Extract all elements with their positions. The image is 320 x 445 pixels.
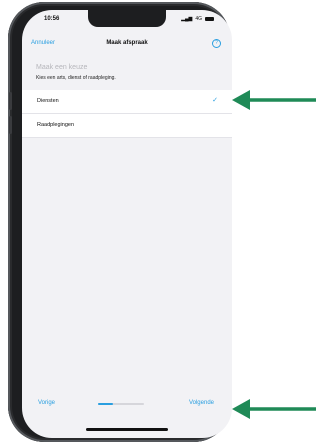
section-heading: Maak een keuze <box>36 64 88 71</box>
list-item-label: Raadplegingen <box>37 122 75 128</box>
annotation-arrow-top <box>232 90 316 110</box>
phone-volume-button <box>9 116 12 134</box>
status-time: 10:56 <box>44 16 60 22</box>
navigation-bar: Annuleer Maak afspraak ? <box>22 38 232 52</box>
arrow-head <box>232 90 250 110</box>
list-item-label: Diensten <box>37 98 59 104</box>
app-screen: 10:56 ▂▄▆ 4G Annuleer Maak afspraak ? Ma… <box>22 10 232 438</box>
section-subheading: Kies een arts, dienst of raadpleging. <box>36 75 116 81</box>
phone-notch <box>88 10 166 27</box>
network-label: 4G <box>195 16 202 22</box>
signal-icon: ▂▄▆ <box>181 16 193 22</box>
progress-bar-fill <box>98 403 114 405</box>
status-icons: ▂▄▆ 4G <box>181 16 214 22</box>
previous-button[interactable]: Vorige <box>38 400 55 406</box>
bottom-navigation: Vorige Volgende <box>22 394 232 424</box>
options-list: Diensten ✓ Raadplegingen <box>22 90 232 138</box>
phone-frame: 10:56 ▂▄▆ 4G Annuleer Maak afspraak ? Ma… <box>8 2 232 442</box>
page-title: Maak afspraak <box>106 40 148 46</box>
help-icon[interactable]: ? <box>212 39 221 48</box>
annotation-arrow-bottom <box>232 399 316 419</box>
list-item-diensten[interactable]: Diensten ✓ <box>22 90 232 114</box>
list-item-raadplegingen[interactable]: Raadplegingen <box>22 114 232 138</box>
progress-bar <box>98 403 144 405</box>
battery-icon <box>205 17 214 21</box>
home-indicator <box>86 428 168 431</box>
phone-volume-button <box>9 92 12 110</box>
stage: 10:56 ▂▄▆ 4G Annuleer Maak afspraak ? Ma… <box>0 0 320 445</box>
checkmark-icon: ✓ <box>212 97 218 104</box>
next-button[interactable]: Volgende <box>189 400 214 406</box>
arrow-head <box>232 399 250 419</box>
